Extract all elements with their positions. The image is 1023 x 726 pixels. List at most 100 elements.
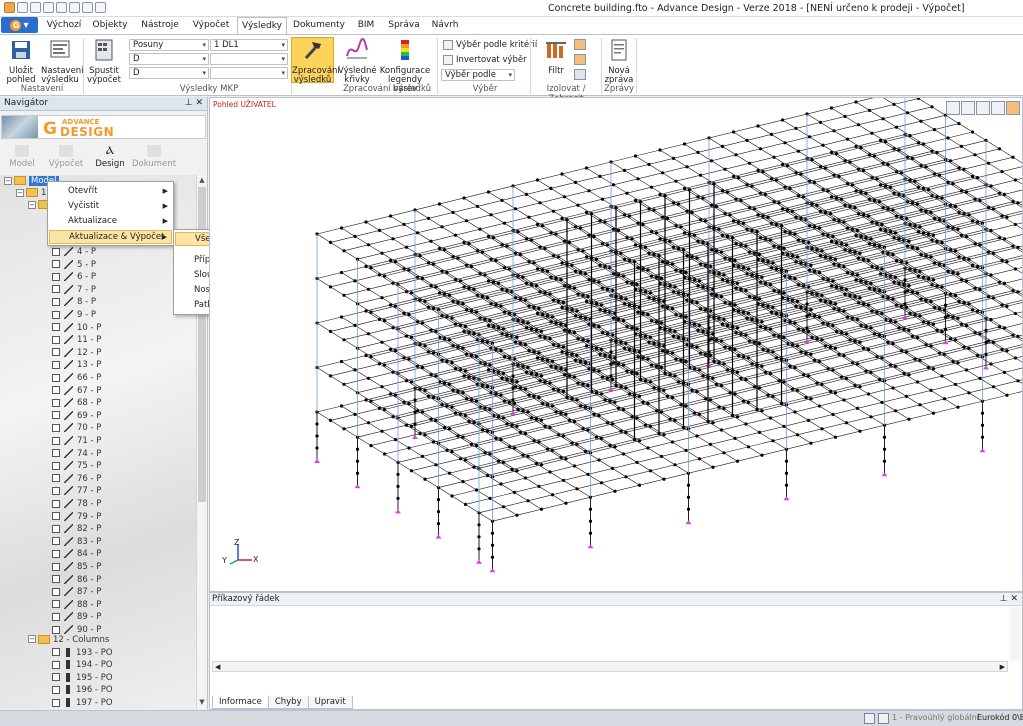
tree-beam-item[interactable]: 86 - P (52, 574, 101, 586)
visibility-checkbox[interactable] (52, 648, 60, 657)
tree-beam-item[interactable]: 67 - P (52, 385, 101, 397)
status-snap-icon[interactable] (878, 713, 889, 724)
tree-beam-item[interactable]: 74 - P (52, 448, 101, 460)
collapse-icon[interactable]: − (28, 635, 36, 644)
visibility-checkbox[interactable] (52, 398, 60, 407)
tree-beam-item[interactable]: 79 - P (52, 511, 101, 523)
scroll-up-icon[interactable]: ▲ (197, 176, 207, 186)
visibility-checkbox[interactable] (52, 486, 60, 495)
visibility-checkbox[interactable] (52, 549, 60, 558)
tree-beam-item[interactable]: 10 - P (52, 322, 101, 334)
visibility-checkbox[interactable] (52, 348, 60, 357)
tree-beam-item[interactable]: 76 - P (52, 473, 101, 485)
redo-icon[interactable] (69, 2, 80, 13)
navigator-pin-close-icons[interactable]: ⊥ ✕ (185, 97, 203, 110)
visibility-checkbox[interactable] (52, 474, 60, 483)
visibility-checkbox[interactable] (52, 612, 60, 621)
zoom-window-icon[interactable] (946, 101, 960, 115)
application-menu-button[interactable]: G ▾ (1, 17, 38, 33)
visibility-checkbox[interactable] (52, 575, 60, 584)
show-icon[interactable] (574, 54, 586, 65)
3d-viewport[interactable]: Pohled UŽIVATEL Z X Y (209, 97, 1023, 592)
tree-beam-item[interactable]: 13 - P (52, 359, 101, 371)
tree-beam-item[interactable]: 82 - P (52, 523, 101, 535)
cmd-tab-chyby[interactable]: Chyby (267, 696, 309, 709)
tree-column-item[interactable]: 196 - PO (52, 684, 113, 696)
visibility-checkbox[interactable] (52, 499, 60, 508)
visibility-checkbox[interactable] (52, 260, 60, 269)
undo-icon[interactable] (56, 2, 67, 13)
visibility-checkbox[interactable] (52, 524, 60, 533)
process-results-button[interactable]: Zpracování výsledků (291, 37, 340, 85)
visibility-checkbox[interactable] (52, 360, 60, 369)
app-icon[interactable] (4, 2, 15, 13)
rotate-icon[interactable] (1006, 101, 1020, 115)
tree-beam-item[interactable]: 77 - P (52, 485, 101, 497)
nav-tab-dokument[interactable]: Dokument (132, 145, 176, 169)
visibility-checkbox[interactable] (52, 685, 60, 694)
tree-beam-item[interactable]: 7 - P (52, 284, 96, 296)
save-view-button[interactable]: Uložit pohled (4, 38, 38, 85)
tree-beam-item[interactable]: 70 - P (52, 422, 101, 434)
tab-bim[interactable]: BIM (352, 17, 380, 34)
visibility-checkbox[interactable] (52, 673, 60, 682)
tree-beam-item[interactable]: 5 - P (52, 259, 96, 271)
collapse-icon[interactable]: − (28, 200, 36, 209)
visibility-checkbox[interactable] (52, 461, 60, 470)
command-pin-close-icons[interactable]: ⊥ ✕ (1000, 593, 1018, 605)
visibility-checkbox[interactable] (52, 625, 60, 634)
hide-icon[interactable] (574, 69, 586, 80)
new-report-button[interactable]: Nová zpráva (604, 38, 634, 85)
tree-beam-item[interactable]: 89 - P (52, 611, 101, 623)
zoom-extents-icon[interactable] (961, 101, 975, 115)
tree-beam-item[interactable]: 88 - P (52, 599, 101, 611)
zoom-icon[interactable] (976, 101, 990, 115)
menu-item-aktualizace[interactable]: Aktualizace ▶ (49, 214, 172, 228)
open-file-icon[interactable] (30, 2, 41, 13)
save-icon[interactable] (43, 2, 54, 13)
nav-tab-model[interactable]: Model (0, 145, 44, 169)
tree-beam-item[interactable]: 68 - P (52, 397, 101, 409)
tree-beam-item[interactable]: 85 - P (52, 561, 101, 573)
visibility-checkbox[interactable] (52, 373, 60, 382)
tree-beam-item[interactable]: 75 - P (52, 460, 101, 472)
invert-selection-button[interactable]: Invertovat výběr (443, 55, 527, 65)
tree-beam-item[interactable]: 78 - P (52, 498, 101, 510)
tab-vysledky[interactable]: Výsledky (237, 17, 287, 34)
visibility-checkbox[interactable] (52, 660, 60, 669)
isolate-icon[interactable] (574, 39, 586, 50)
status-grid-icon[interactable] (864, 713, 875, 724)
tree-beam-item[interactable]: 4 - P (52, 246, 96, 258)
tree-beam-item[interactable]: 66 - P (52, 372, 101, 384)
select-by-criteria-button[interactable]: Výběr podle kritérií (443, 40, 537, 50)
collapse-icon[interactable]: − (16, 188, 24, 197)
navigator-tree[interactable]: −Model −1 −2 4 - P5 - P6 - P7 - P8 - P9 … (0, 175, 196, 709)
menu-item-aktualizace-vypocet[interactable]: Aktualizace & Výpočet ▶ (49, 230, 172, 244)
structure-model[interactable] (210, 98, 1022, 591)
customize-icon[interactable] (95, 2, 106, 13)
visibility-checkbox[interactable] (52, 698, 60, 707)
visibility-checkbox[interactable] (52, 600, 60, 609)
tree-beam-item[interactable]: 12 - P (52, 347, 101, 359)
tree-row[interactable]: −1 (16, 187, 46, 199)
print-icon[interactable] (82, 2, 93, 13)
visibility-checkbox[interactable] (52, 537, 60, 546)
cmd-tab-informace[interactable]: Informace (212, 696, 269, 709)
result-type-combo[interactable]: Posuny (129, 39, 209, 51)
visibility-checkbox[interactable] (52, 310, 60, 319)
tab-vypocet[interactable]: Výpočet (188, 17, 234, 34)
collapse-icon[interactable]: − (4, 176, 12, 185)
visibility-checkbox[interactable] (52, 449, 60, 458)
tab-vychozi[interactable]: Výchozí (42, 17, 86, 34)
tab-sprava[interactable]: Správa (386, 17, 422, 34)
result-subcomponent-combo[interactable]: D (129, 67, 209, 79)
select-by-combo[interactable]: Výběr podle (441, 69, 515, 81)
tree-beam-item[interactable]: 83 - P (52, 536, 101, 548)
cmd-tab-upravit[interactable]: Upravit (307, 696, 353, 709)
tree-column-item[interactable]: 197 - PO (52, 697, 113, 709)
visibility-checkbox[interactable] (52, 323, 60, 332)
tree-column-item[interactable]: 193 - PO (52, 647, 113, 659)
visibility-checkbox[interactable] (52, 512, 60, 521)
visibility-checkbox[interactable] (52, 423, 60, 432)
visibility-checkbox[interactable] (52, 297, 60, 306)
